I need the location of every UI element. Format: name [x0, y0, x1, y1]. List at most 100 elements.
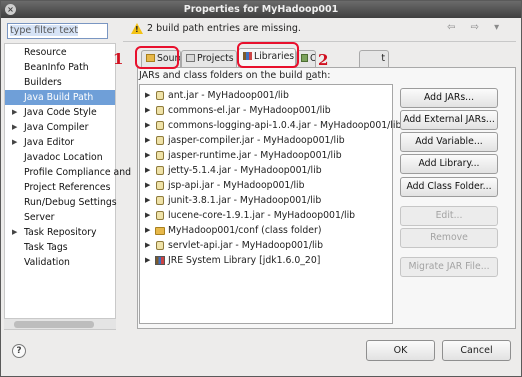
entry-label: jasper-compiler.jar - MyHadoop001/lib — [168, 135, 345, 146]
list-item[interactable]: ▶ lucene-core-1.9.1.jar - MyHadoop001/lib — [140, 208, 392, 223]
library-icon — [155, 256, 165, 265]
jar-icon — [156, 91, 164, 100]
window-title: Properties for MyHadoop001 — [183, 4, 339, 15]
nav-item-label: BeanInfo Path — [24, 62, 89, 73]
list-item[interactable]: ▶ ant.jar - MyHadoop001/lib — [140, 88, 392, 103]
nav-item-label: Server — [24, 212, 55, 223]
edit-button[interactable]: Edit... — [400, 206, 498, 226]
tab-overflow[interactable]: t — [359, 50, 389, 67]
tab-order-and-export[interactable]: O — [296, 50, 316, 67]
tab-projects[interactable]: Projects — [181, 50, 237, 67]
cancel-button[interactable]: Cancel — [442, 340, 511, 361]
nav-item-project-references[interactable]: Project References — [5, 180, 115, 195]
jar-icon — [156, 151, 164, 160]
expand-icon[interactable]: ▶ — [12, 135, 17, 150]
scrollbar-thumb[interactable] — [14, 321, 94, 328]
annotation-number-2: 2 — [318, 51, 329, 69]
nav-item-label: Resource — [24, 47, 67, 58]
build-path-caption: JARs and class folders on the build path… — [139, 70, 330, 81]
nav-item-profile-compliance[interactable]: Profile Compliance and — [5, 165, 131, 180]
help-icon[interactable]: ? — [12, 344, 26, 358]
add-external-jars-button[interactable]: Add External JARs... — [400, 110, 498, 130]
entry-label: servlet-api.jar - MyHadoop001/lib — [168, 240, 324, 251]
history-navigation-arrows[interactable]: ⇦ ⇨ ▾ — [447, 22, 505, 33]
expand-icon[interactable]: ▶ — [12, 225, 17, 240]
jar-icon — [156, 106, 164, 115]
nav-item-label: Javadoc Location — [24, 152, 103, 163]
nav-item-java-code-style[interactable]: ▶ Java Code Style — [5, 105, 115, 120]
caption-text: JARs and class folders on the build — [139, 70, 306, 81]
nav-item-label: Project References — [24, 182, 111, 193]
list-item[interactable]: ▶ jasper-compiler.jar - MyHadoop001/lib — [140, 133, 392, 148]
nav-item-label: Java Compiler — [24, 122, 89, 133]
entry-label: jsp-api.jar - MyHadoop001/lib — [168, 180, 305, 191]
entry-label: commons-logging-api-1.0.4.jar - MyHadoop… — [168, 120, 402, 131]
add-variable-button[interactable]: Add Variable... — [400, 132, 498, 152]
status-message: 2 build path entries are missing. — [147, 23, 301, 34]
nav-item-builders[interactable]: Builders — [5, 75, 115, 90]
nav-item-resource[interactable]: Resource — [5, 45, 115, 60]
property-page-list: Resource BeanInfo Path Builders Java Bui… — [4, 43, 131, 330]
jar-icon — [156, 181, 164, 190]
jar-icon — [156, 196, 164, 205]
nav-horizontal-scrollbar[interactable] — [4, 318, 116, 329]
list-item[interactable]: ▶ jetty-5.1.4.jar - MyHadoop001/lib — [140, 163, 392, 178]
caption-text-end: ath: — [311, 70, 331, 81]
project-icon — [186, 54, 195, 62]
entry-label: jetty-5.1.4.jar - MyHadoop001/lib — [168, 165, 322, 176]
expand-icon[interactable]: ▶ — [145, 193, 150, 208]
entry-label: lucene-core-1.9.1.jar - MyHadoop001/lib — [168, 210, 356, 221]
list-item[interactable]: ▶ servlet-api.jar - MyHadoop001/lib — [140, 238, 392, 253]
remove-button[interactable]: Remove — [400, 228, 498, 248]
header-divider — [123, 41, 516, 42]
list-item[interactable]: ▶ MyHadoop001/conf (class folder) — [140, 223, 392, 238]
warning-icon — [131, 23, 143, 34]
annotation-box-libraries — [237, 42, 299, 68]
filter-input[interactable]: type filter text — [7, 23, 108, 39]
expand-icon[interactable]: ▶ — [145, 88, 150, 103]
ok-button[interactable]: OK — [366, 340, 435, 361]
list-item[interactable]: ▶ commons-el.jar - MyHadoop001/lib — [140, 103, 392, 118]
expand-icon[interactable]: ▶ — [145, 253, 150, 268]
entry-label: junit-3.8.1.jar - MyHadoop001/lib — [168, 195, 322, 206]
order-export-icon — [301, 54, 308, 62]
expand-icon[interactable]: ▶ — [12, 120, 17, 135]
expand-icon[interactable]: ▶ — [145, 223, 150, 238]
list-item[interactable]: ▶ commons-logging-api-1.0.4.jar - MyHadoo… — [140, 118, 401, 133]
expand-icon[interactable]: ▶ — [145, 238, 150, 253]
nav-item-task-repository[interactable]: ▶ Task Repository — [5, 225, 115, 240]
list-item[interactable]: ▶ jasper-runtime.jar - MyHadoop001/lib — [140, 148, 392, 163]
nav-item-java-build-path[interactable]: Java Build Path — [5, 90, 115, 105]
close-icon[interactable]: × — [5, 4, 16, 15]
entry-label: ant.jar - MyHadoop001/lib — [168, 90, 289, 101]
nav-item-label: Java Code Style — [24, 107, 97, 118]
expand-icon[interactable]: ▶ — [145, 148, 150, 163]
list-item[interactable]: ▶ junit-3.8.1.jar - MyHadoop001/lib — [140, 193, 392, 208]
nav-item-validation[interactable]: Validation — [5, 255, 115, 270]
nav-item-server[interactable]: Server — [5, 210, 115, 225]
nav-item-label: Java Build Path — [24, 92, 94, 103]
add-class-folder-button[interactable]: Add Class Folder... — [400, 177, 498, 197]
nav-item-javadoc-location[interactable]: Javadoc Location — [5, 150, 115, 165]
expand-icon[interactable]: ▶ — [145, 118, 150, 133]
add-library-button[interactable]: Add Library... — [400, 154, 498, 174]
nav-item-java-compiler[interactable]: ▶ Java Compiler — [5, 120, 115, 135]
nav-item-task-tags[interactable]: Task Tags — [5, 240, 115, 255]
nav-item-run-debug-settings[interactable]: Run/Debug Settings — [5, 195, 117, 210]
list-item[interactable]: ▶ jsp-api.jar - MyHadoop001/lib — [140, 178, 392, 193]
expand-icon[interactable]: ▶ — [145, 103, 150, 118]
nav-item-label: Task Repository — [24, 227, 97, 238]
add-jars-button[interactable]: Add JARs... — [400, 88, 498, 108]
expand-icon[interactable]: ▶ — [145, 163, 150, 178]
nav-item-label: Profile Compliance and — [24, 167, 132, 178]
nav-item-beaninfo-path[interactable]: BeanInfo Path — [5, 60, 115, 75]
expand-icon[interactable]: ▶ — [145, 208, 150, 223]
migrate-jar-file-button[interactable]: Migrate JAR File... — [400, 257, 498, 277]
build-path-entries-list[interactable]: ▶ ant.jar - MyHadoop001/lib ▶ commons-el.j… — [139, 84, 401, 324]
expand-icon[interactable]: ▶ — [145, 133, 150, 148]
expand-icon[interactable]: ▶ — [145, 178, 150, 193]
expand-icon[interactable]: ▶ — [12, 105, 17, 120]
tab-label: O — [310, 53, 315, 64]
nav-item-java-editor[interactable]: ▶ Java Editor — [5, 135, 115, 150]
list-item[interactable]: ▶ JRE System Library [jdk1.6.0_20] — [140, 253, 392, 268]
